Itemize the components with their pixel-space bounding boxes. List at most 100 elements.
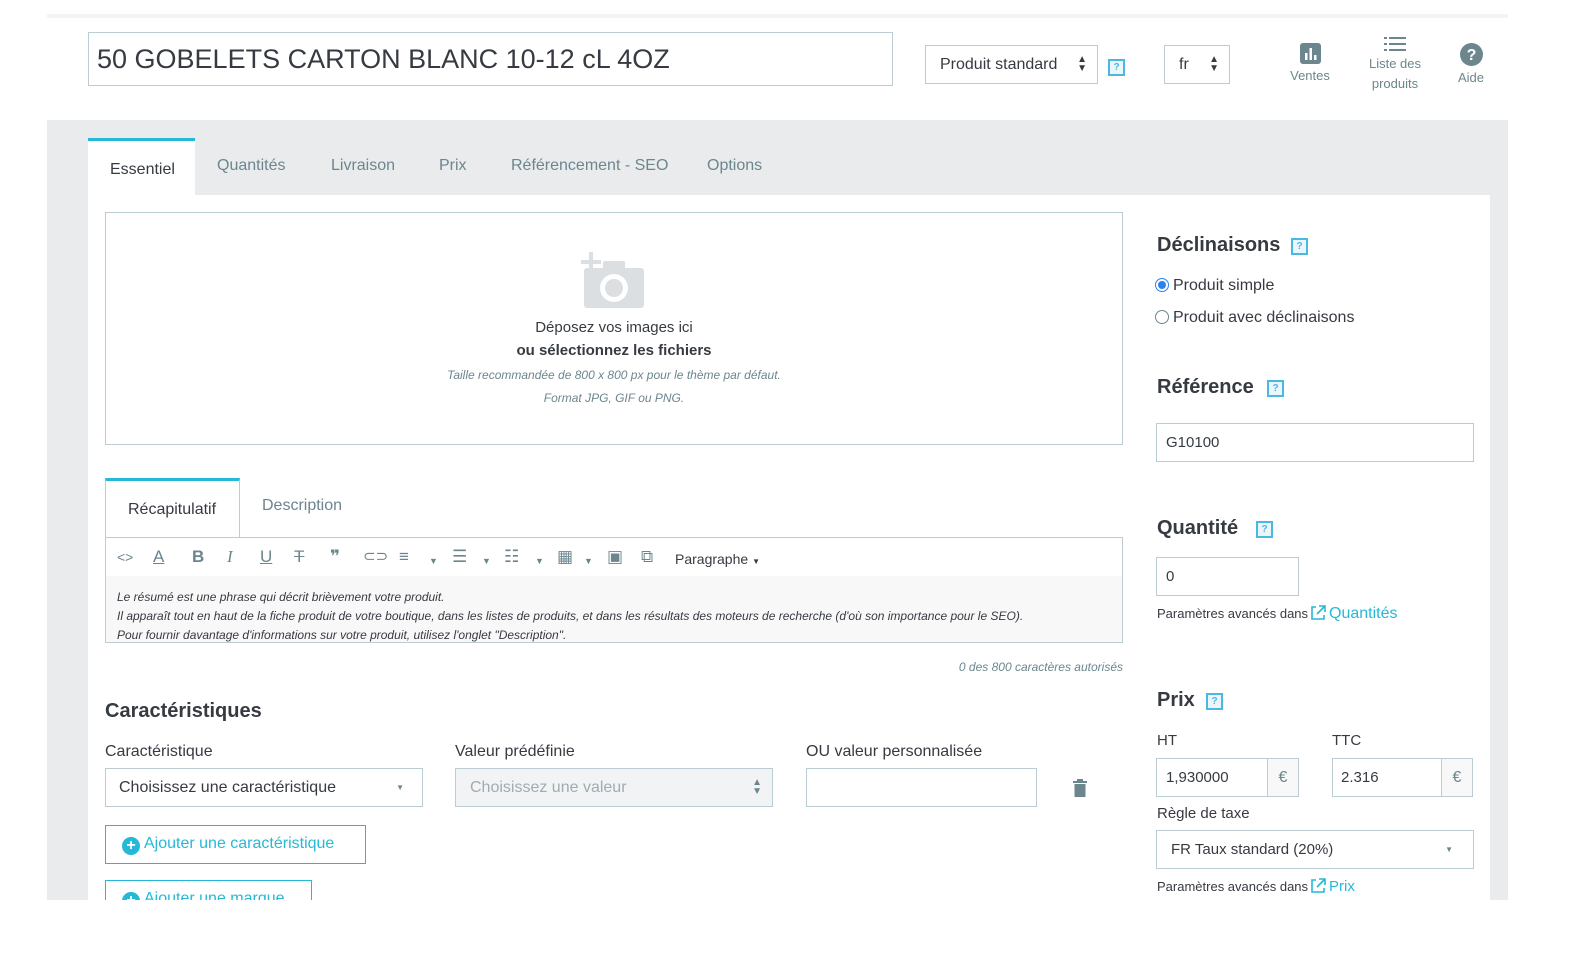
bar-chart-icon	[1299, 43, 1321, 64]
radio-simple-product[interactable]: Produit simple	[1155, 277, 1274, 295]
bold-icon[interactable]: B	[192, 547, 204, 567]
editor-toolbar: <> A B I U T ❞ ⊂⊃ ≡ ▼ ☰ ▼ ☷ ▼ ▦ ▼ ▣ ⧉ Pa…	[106, 538, 1122, 576]
add-brand-label: Ajouter une marque	[144, 890, 285, 900]
bullet-list-icon[interactable]: ☰	[452, 547, 467, 567]
italic-icon[interactable]: I	[227, 547, 233, 567]
editor-placeholder-line: Le résumé est une phrase qui décrit briè…	[117, 590, 445, 604]
quantity-title: Quantité	[1157, 517, 1239, 539]
format-select[interactable]: Paragraphe ▼	[675, 549, 760, 572]
tab-options[interactable]: Options	[707, 157, 762, 175]
language-select[interactable]: fr ▲ ▼	[1164, 45, 1230, 84]
help-icon[interactable]: ?	[1206, 693, 1223, 710]
reference-title: Référence	[1157, 376, 1254, 398]
quantity-input[interactable]: 0	[1156, 557, 1299, 596]
numbered-list-icon[interactable]: ☷	[504, 547, 519, 567]
radio-simple-label: Produit simple	[1173, 277, 1275, 294]
price-ht-input[interactable]: 1,930000	[1156, 758, 1268, 797]
dropzone-select-files[interactable]: ou sélectionnez les fichiers	[106, 342, 1122, 359]
tab-description[interactable]: Description	[262, 497, 342, 515]
trash-icon[interactable]	[1073, 779, 1087, 797]
tab-quantites[interactable]: Quantités	[217, 157, 285, 175]
help-icon[interactable]: ?	[1291, 238, 1308, 255]
plus-circle-icon: +	[122, 892, 140, 900]
ht-label: HT	[1157, 732, 1177, 749]
editor-placeholder-line: Pour fournir davantage d'informations su…	[117, 628, 567, 642]
predefined-value-text: Choisissez une valeur	[470, 779, 627, 796]
custom-value-input[interactable]	[806, 768, 1037, 807]
updown-arrow-icon: ▲ ▼	[752, 777, 762, 797]
tab-seo[interactable]: Référencement - SEO	[511, 157, 668, 175]
char-counter: 0 des 800 caractères autorisés	[958, 660, 1123, 674]
summary-editor[interactable]: <> A B I U T ❞ ⊂⊃ ≡ ▼ ☰ ▼ ☷ ▼ ▦ ▼ ▣ ⧉ Pa…	[105, 537, 1123, 643]
product-name-input[interactable]: 50 GOBELETS CARTON BLANC 10-12 cL 4OZ	[88, 32, 893, 86]
help-icon[interactable]: ?	[1256, 521, 1273, 538]
chevron-down-icon[interactable]: ▼	[429, 551, 438, 571]
product-type-value: Produit standard	[940, 56, 1058, 73]
tab-essentiel[interactable]: Essentiel	[88, 138, 195, 196]
updown-arrow-icon: ▲ ▼	[1077, 54, 1087, 74]
tab-recapitulatif[interactable]: Récapitulatif	[105, 478, 240, 538]
chevron-down-icon[interactable]: ▼	[584, 551, 593, 571]
price-link[interactable]: Prix	[1310, 878, 1355, 896]
radio-unchecked-icon	[1155, 310, 1169, 324]
underline-icon[interactable]: U	[260, 547, 272, 567]
chevron-down-icon[interactable]: ▼	[535, 551, 544, 571]
tax-rule-label: Règle de taxe	[1157, 805, 1250, 822]
sales-label: Ventes	[1290, 68, 1330, 83]
predefined-value-select[interactable]: Choisissez une valeur ▲ ▼	[455, 768, 773, 807]
strikethrough-icon[interactable]: T	[294, 547, 304, 567]
reference-input[interactable]: G10100	[1156, 423, 1474, 462]
sales-button[interactable]: Ventes	[1280, 43, 1340, 86]
add-brand-button[interactable]: + Ajouter une marque	[105, 880, 312, 900]
dropzone-size-hint: Taille recommandée de 800 x 800 px pour …	[447, 368, 781, 382]
table-icon[interactable]: ▦	[557, 547, 573, 567]
external-link-icon	[1311, 605, 1326, 620]
feature-select[interactable]: Choisissez une caractéristique ▼	[105, 768, 423, 807]
help-icon[interactable]: ?	[1267, 380, 1284, 397]
help-button[interactable]: ? Aide	[1450, 43, 1492, 88]
format-label: Paragraphe	[675, 551, 749, 567]
tab-livraison[interactable]: Livraison	[331, 157, 395, 175]
chevron-down-icon[interactable]: ▼	[482, 551, 491, 571]
help-icon[interactable]: ?	[1108, 59, 1125, 76]
product-list-button[interactable]: Liste des produits	[1360, 36, 1430, 94]
product-list-label-2: produits	[1371, 76, 1419, 91]
add-photo-icon	[581, 252, 644, 308]
chevron-down-icon: ▼	[752, 557, 760, 566]
editor-content[interactable]: Le résumé est une phrase qui décrit briè…	[106, 576, 1122, 642]
image-icon[interactable]: ▣	[607, 547, 623, 567]
product-type-select[interactable]: Produit standard ▲ ▼	[925, 45, 1098, 84]
feature-select-value: Choisissez une caractéristique	[119, 779, 336, 796]
svg-text:?: ?	[1466, 47, 1476, 64]
image-dropzone[interactable]: Déposez vos images ici ou sélectionnez l…	[105, 212, 1123, 445]
help-circle-icon: ?	[1459, 43, 1483, 66]
custom-value-label: OU valeur personnalisée	[806, 743, 983, 760]
quote-icon[interactable]: ❞	[330, 547, 340, 567]
help-label: Aide	[1457, 70, 1485, 85]
radio-combinations-label: Produit avec déclinaisons	[1173, 309, 1355, 326]
quantities-link[interactable]: Quantités	[1310, 605, 1397, 623]
editor-placeholder-line: Il apparaît tout en haut de la fiche pro…	[117, 609, 1024, 623]
plus-circle-icon: +	[122, 837, 140, 855]
chevron-down-icon: ▼	[1445, 845, 1453, 854]
top-divider	[47, 14, 1508, 18]
align-icon[interactable]: ≡	[399, 547, 409, 567]
price-ttc-input[interactable]: 2.316	[1332, 758, 1442, 797]
price-title: Prix	[1157, 689, 1195, 711]
external-link-icon	[1311, 878, 1326, 893]
price-advanced-text: Paramètres avancés dans	[1157, 879, 1309, 894]
add-feature-button[interactable]: + Ajouter une caractéristique	[105, 825, 366, 864]
price-link-label: Prix	[1329, 878, 1355, 895]
text-color-icon[interactable]: A	[153, 547, 164, 567]
predefined-value-label: Valeur prédéfinie	[455, 743, 575, 760]
tax-rule-value: FR Taux standard (20%)	[1171, 841, 1334, 858]
dropzone-format-hint: Format JPG, GIF ou PNG.	[543, 391, 685, 405]
add-feature-label: Ajouter une caractéristique	[144, 835, 335, 852]
radio-combinations-product[interactable]: Produit avec déclinaisons	[1155, 309, 1354, 327]
media-icon[interactable]: ⧉	[641, 547, 653, 567]
feature-label: Caractéristique	[105, 743, 213, 760]
link-icon[interactable]: ⊂⊃	[363, 547, 388, 567]
tab-prix[interactable]: Prix	[439, 157, 467, 175]
tax-rule-select[interactable]: FR Taux standard (20%) ▼	[1156, 830, 1474, 869]
source-code-icon[interactable]: <>	[117, 547, 133, 567]
